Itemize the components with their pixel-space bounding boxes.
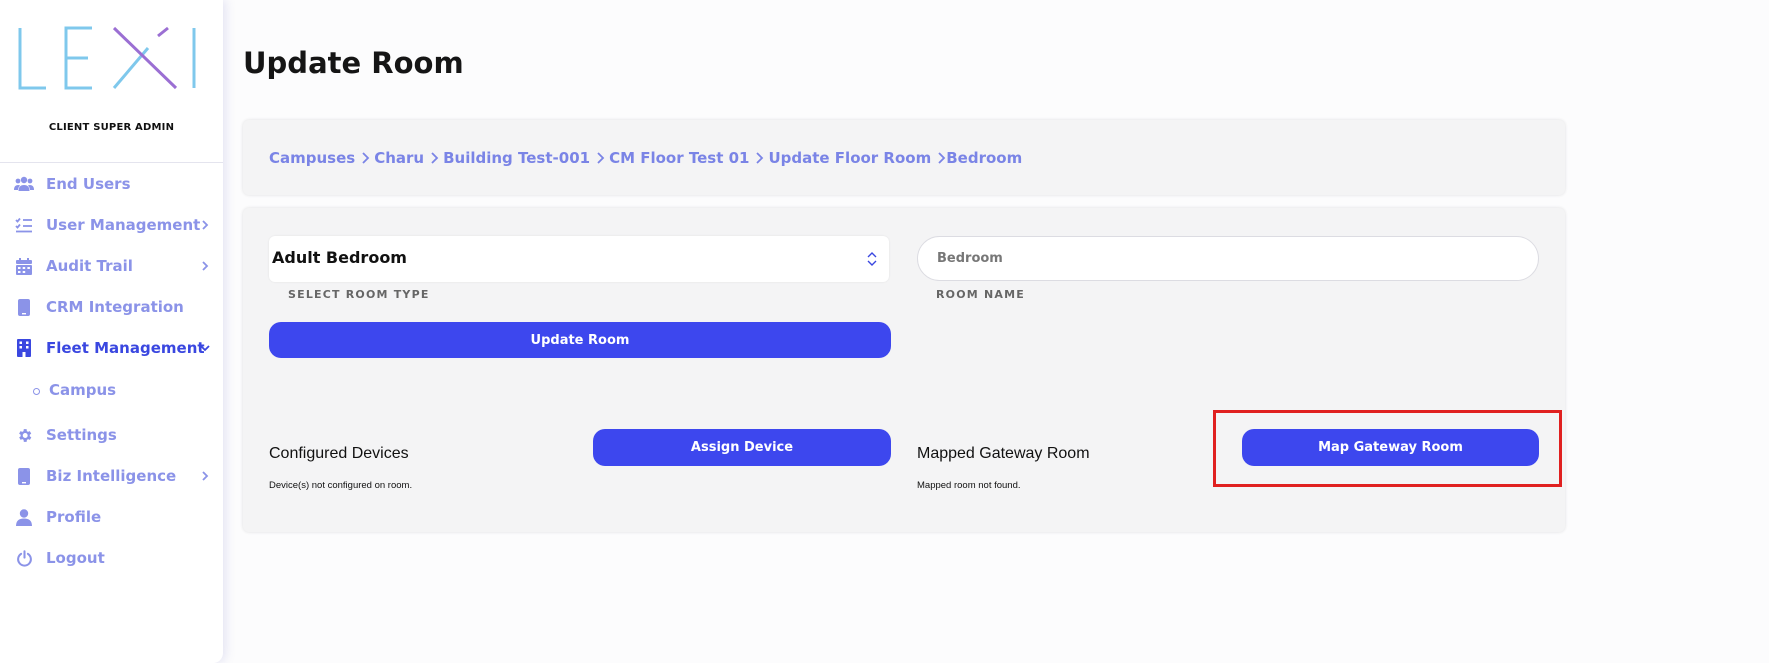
chevron-right-icon: [202, 220, 209, 230]
sidebar-item-logout[interactable]: Logout: [0, 541, 223, 575]
breadcrumb-item[interactable]: Building Test-001: [443, 149, 590, 167]
sidebar-item-label: CRM Integration: [46, 298, 184, 316]
chevron-right-icon: [202, 471, 209, 481]
chevron-right-icon: [202, 261, 209, 271]
assign-device-button[interactable]: Assign Device: [593, 429, 891, 466]
breadcrumb-card: Campuses Charu Building Test-001 CM Floo…: [243, 120, 1565, 195]
highlight-box: [1213, 410, 1562, 487]
configured-devices-title: Configured Devices: [269, 445, 409, 462]
chevron-right-icon: [938, 152, 946, 164]
sidebar-item-crm-integration[interactable]: CRM Integration: [0, 290, 223, 324]
sidebar-item-label: Settings: [46, 426, 117, 444]
sidebar-subitem-campus[interactable]: Campus: [0, 373, 223, 407]
select-arrows-icon: [867, 252, 877, 266]
building-icon: [14, 338, 34, 358]
phone-icon: [14, 466, 34, 486]
circle-bullet-icon: [33, 388, 40, 395]
sidebar-item-label: User Management: [46, 216, 201, 234]
breadcrumb-item[interactable]: CM Floor Test 01: [609, 149, 749, 167]
chevron-down-icon: [200, 345, 210, 352]
sidebar: CLIENT SUPER ADMIN End Users User Manage…: [0, 0, 223, 663]
breadcrumb-current: Bedroom: [946, 149, 1023, 167]
chevron-right-icon: [431, 152, 439, 164]
logo-area: CLIENT SUPER ADMIN: [0, 0, 223, 163]
configured-devices-note: Device(s) not configured on room.: [269, 480, 413, 491]
breadcrumb-item[interactable]: Update Floor Room: [768, 149, 931, 167]
sidebar-item-biz-intelligence[interactable]: Biz Intelligence: [0, 459, 223, 493]
page-title: Update Room: [243, 46, 464, 80]
sidebar-item-audit-trail[interactable]: Audit Trail: [0, 249, 223, 283]
sidebar-item-label: Logout: [46, 549, 105, 567]
sidebar-item-end-users[interactable]: End Users: [0, 167, 223, 201]
users-icon: [14, 174, 34, 194]
room-name-label: ROOM NAME: [936, 288, 1025, 301]
list-check-icon: [14, 215, 34, 235]
chevron-right-icon: [362, 152, 370, 164]
sidebar-item-label: Profile: [46, 508, 102, 526]
breadcrumb: Campuses Charu Building Test-001 CM Floo…: [269, 149, 1022, 167]
lexi-logo[interactable]: [18, 26, 198, 90]
gear-icon: [14, 425, 34, 445]
calendar-icon: [14, 256, 34, 276]
sidebar-item-label: Biz Intelligence: [46, 467, 177, 485]
room-name-field[interactable]: [917, 236, 1539, 281]
sidebar-item-user-management[interactable]: User Management: [0, 208, 223, 242]
user-role-label: CLIENT SUPER ADMIN: [48, 122, 175, 133]
phone-icon: [14, 297, 34, 317]
chevron-right-icon: [597, 152, 605, 164]
room-type-label: SELECT ROOM TYPE: [288, 288, 430, 301]
sidebar-item-label: Campus: [49, 381, 117, 399]
mapped-gateway-room-note: Mapped room not found.: [917, 480, 1021, 491]
sidebar-item-profile[interactable]: Profile: [0, 500, 223, 534]
breadcrumb-item[interactable]: Charu: [374, 149, 424, 167]
mapped-gateway-room-title: Mapped Gateway Room: [917, 445, 1090, 462]
user-icon: [14, 507, 34, 527]
sidebar-item-fleet-management[interactable]: Fleet Management: [0, 331, 223, 365]
room-form-card: Adult Bedroom SELECT ROOM TYPE ROOM NAME…: [243, 208, 1565, 532]
power-icon: [14, 548, 34, 568]
breadcrumb-item[interactable]: Campuses: [269, 149, 355, 167]
sidebar-item-label: Fleet Management: [46, 339, 205, 357]
room-type-value: Adult Bedroom: [272, 248, 407, 267]
sidebar-item-label: End Users: [46, 175, 131, 193]
room-type-select[interactable]: Adult Bedroom: [269, 236, 889, 282]
sidebar-item-settings[interactable]: Settings: [0, 418, 223, 452]
chevron-right-icon: [756, 152, 764, 164]
sidebar-item-label: Audit Trail: [46, 257, 133, 275]
update-room-button[interactable]: Update Room: [269, 322, 891, 358]
